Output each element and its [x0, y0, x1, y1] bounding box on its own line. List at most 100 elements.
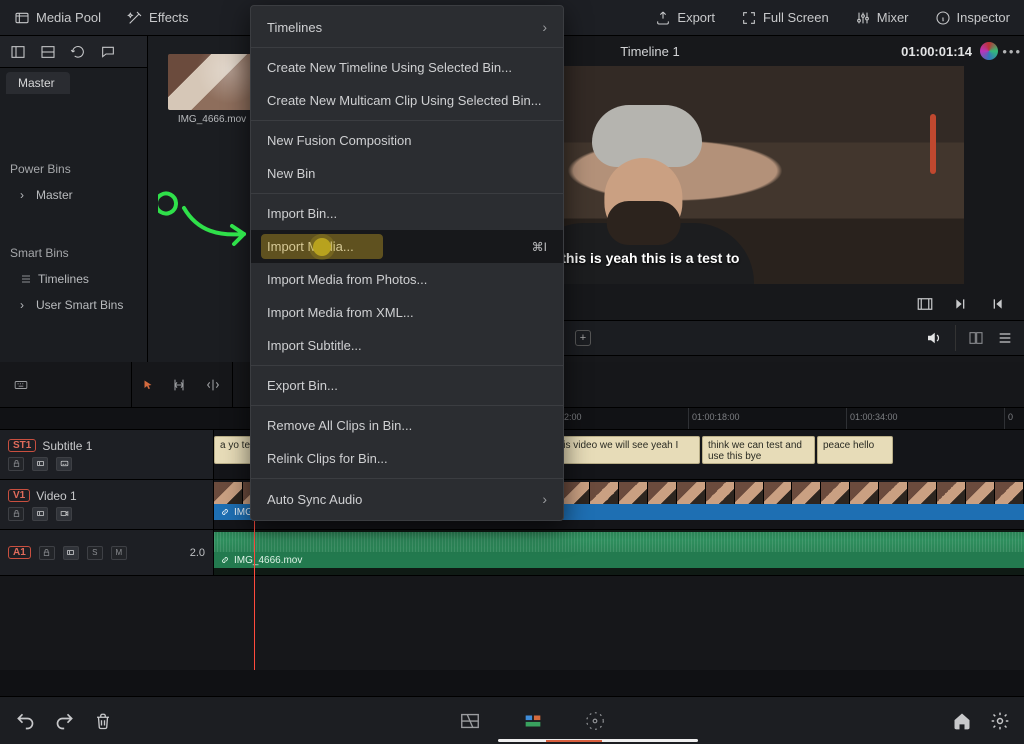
media-pool-toggle[interactable]: Media Pool — [8, 6, 107, 30]
refresh-icon[interactable] — [68, 43, 88, 61]
context-menu-label: Timelines — [267, 20, 322, 35]
settings-button[interactable] — [990, 711, 1010, 731]
context-menu-label: Relink Clips for Bin... — [267, 451, 388, 466]
context-menu-item[interactable]: Export Bin... — [251, 369, 563, 402]
auto-select-icon[interactable] — [63, 546, 79, 560]
layout-a-icon[interactable] — [8, 43, 28, 61]
subtitle-clip[interactable]: think we can test and use this bye — [702, 436, 815, 464]
video-enable-icon[interactable] — [56, 507, 72, 521]
undo-button[interactable] — [14, 711, 36, 731]
match-frame-icon[interactable] — [916, 295, 934, 313]
chat-icon[interactable] — [98, 43, 118, 61]
lock-icon[interactable] — [8, 457, 24, 471]
media-pool-icon — [14, 10, 30, 26]
audio-waveform[interactable] — [214, 532, 1024, 552]
auto-select-icon[interactable] — [32, 507, 48, 521]
context-menu-label: Export Bin... — [267, 378, 338, 393]
lock-icon[interactable] — [39, 546, 55, 560]
mixer-button[interactable]: Mixer — [849, 6, 915, 30]
context-menu-item[interactable]: Import Media from XML... — [251, 296, 563, 329]
ruler-tick: 0 — [1004, 408, 1013, 429]
track-badge: ST1 — [8, 439, 36, 452]
subtitle-clip[interactable]: peace hello — [817, 436, 893, 464]
lock-icon[interactable] — [8, 507, 24, 521]
split-view-icon[interactable] — [968, 330, 984, 346]
keyboard-icon[interactable] — [14, 378, 28, 392]
context-menu-item[interactable]: New Bin — [251, 157, 563, 190]
context-menu-label: Create New Multicam Clip Using Selected … — [267, 93, 542, 108]
context-menu-item[interactable]: Import Bin... — [251, 197, 563, 230]
audio-clip-label[interactable]: IMG_4666.mov — [214, 552, 1024, 568]
link-icon — [220, 507, 230, 517]
context-menu-label: Auto Sync Audio — [267, 492, 362, 507]
edit-page-icon[interactable] — [522, 710, 544, 732]
redo-button[interactable] — [54, 711, 76, 731]
cut-page-icon[interactable] — [458, 710, 482, 732]
context-menu-label: Create New Timeline Using Selected Bin..… — [267, 60, 512, 75]
mute-button[interactable]: M — [111, 546, 127, 560]
export-icon — [655, 10, 671, 26]
fusion-page-icon[interactable] — [584, 710, 606, 732]
context-menu-item[interactable]: Remove All Clips in Bin... — [251, 409, 563, 442]
ruler-tick: 01:00:18:00 — [688, 408, 740, 429]
inspector-button[interactable]: Inspector — [929, 6, 1016, 30]
menu-lines-icon[interactable] — [996, 330, 1014, 346]
link-icon — [220, 555, 230, 565]
power-bin-label: Master — [36, 188, 73, 202]
bottom-bar — [0, 696, 1024, 744]
export-label: Export — [677, 10, 715, 25]
effects-toggle[interactable]: Effects — [121, 6, 195, 30]
wand-icon — [127, 10, 143, 26]
blade-tool-icon[interactable] — [204, 377, 222, 393]
context-menu-label: Import Subtitle... — [267, 338, 362, 353]
subtitle-enable-icon[interactable] — [56, 457, 72, 471]
clip-thumbnail[interactable] — [168, 54, 256, 110]
context-menu-item[interactable]: Timelines — [251, 10, 563, 44]
mixer-label: Mixer — [877, 10, 909, 25]
track-head-st1[interactable]: ST1 Subtitle 1 — [0, 430, 214, 479]
pointer-tool-icon[interactable] — [142, 377, 154, 393]
smart-bins-header: Smart Bins — [0, 236, 147, 266]
export-button[interactable]: Export — [649, 6, 721, 30]
volume-icon[interactable] — [925, 329, 943, 347]
trim-tool-icon[interactable] — [170, 377, 188, 393]
viewer-menu-icon[interactable]: ••• — [1002, 44, 1022, 59]
track-name: Subtitle 1 — [42, 439, 92, 453]
context-menu-item[interactable]: Create New Multicam Clip Using Selected … — [251, 84, 563, 117]
ruler-tick: 01:00:34:00 — [846, 408, 898, 429]
context-menu-item[interactable]: Create New Timeline Using Selected Bin..… — [251, 51, 563, 84]
track-head-a1[interactable]: A1 S M 2.0 — [0, 530, 214, 575]
layout-b-icon[interactable] — [38, 43, 58, 61]
track-head-v1[interactable]: V1Video 1 — [0, 480, 214, 529]
expand-icon — [741, 10, 757, 26]
smart-bin-timelines[interactable]: Timelines — [0, 266, 147, 292]
context-menu-label: Import Bin... — [267, 206, 337, 221]
context-menu-item[interactable]: Import Media...⌘I — [251, 230, 563, 263]
smart-bin-label: Timelines — [38, 272, 89, 286]
solo-button[interactable]: S — [87, 546, 103, 560]
context-menu-item[interactable]: Import Media from Photos... — [251, 263, 563, 296]
home-button[interactable] — [952, 711, 972, 731]
next-edit-icon[interactable] — [952, 295, 970, 313]
color-wheel-icon[interactable] — [980, 42, 998, 60]
zoom-plus-button[interactable]: + — [575, 330, 591, 346]
context-menu-item[interactable]: Import Subtitle... — [251, 329, 563, 362]
context-menu-item[interactable]: Relink Clips for Bin... — [251, 442, 563, 475]
context-menu-separator — [251, 193, 563, 194]
track-body-a1[interactable]: IMG_4666.mov — [214, 530, 1024, 575]
smart-bin-user[interactable]: ›User Smart Bins — [0, 292, 147, 318]
context-menu-label: New Fusion Composition — [267, 133, 412, 148]
sliders-icon — [855, 10, 871, 26]
power-bin-item[interactable]: ›Master — [0, 182, 147, 208]
context-menu-item[interactable]: New Fusion Composition — [251, 124, 563, 157]
fullscreen-button[interactable]: Full Screen — [735, 6, 835, 30]
track-audio: A1 S M 2.0 IMG_4666.mov — [0, 530, 1024, 576]
prev-edit-icon[interactable] — [988, 295, 1006, 313]
track-badge: V1 — [8, 489, 30, 502]
master-bin-tab[interactable]: Master — [6, 72, 70, 94]
context-menu-item[interactable]: Auto Sync Audio — [251, 482, 563, 516]
context-menu-separator — [251, 120, 563, 121]
auto-select-icon[interactable] — [32, 457, 48, 471]
trash-button[interactable] — [94, 711, 112, 731]
context-menu-label: New Bin — [267, 166, 315, 181]
